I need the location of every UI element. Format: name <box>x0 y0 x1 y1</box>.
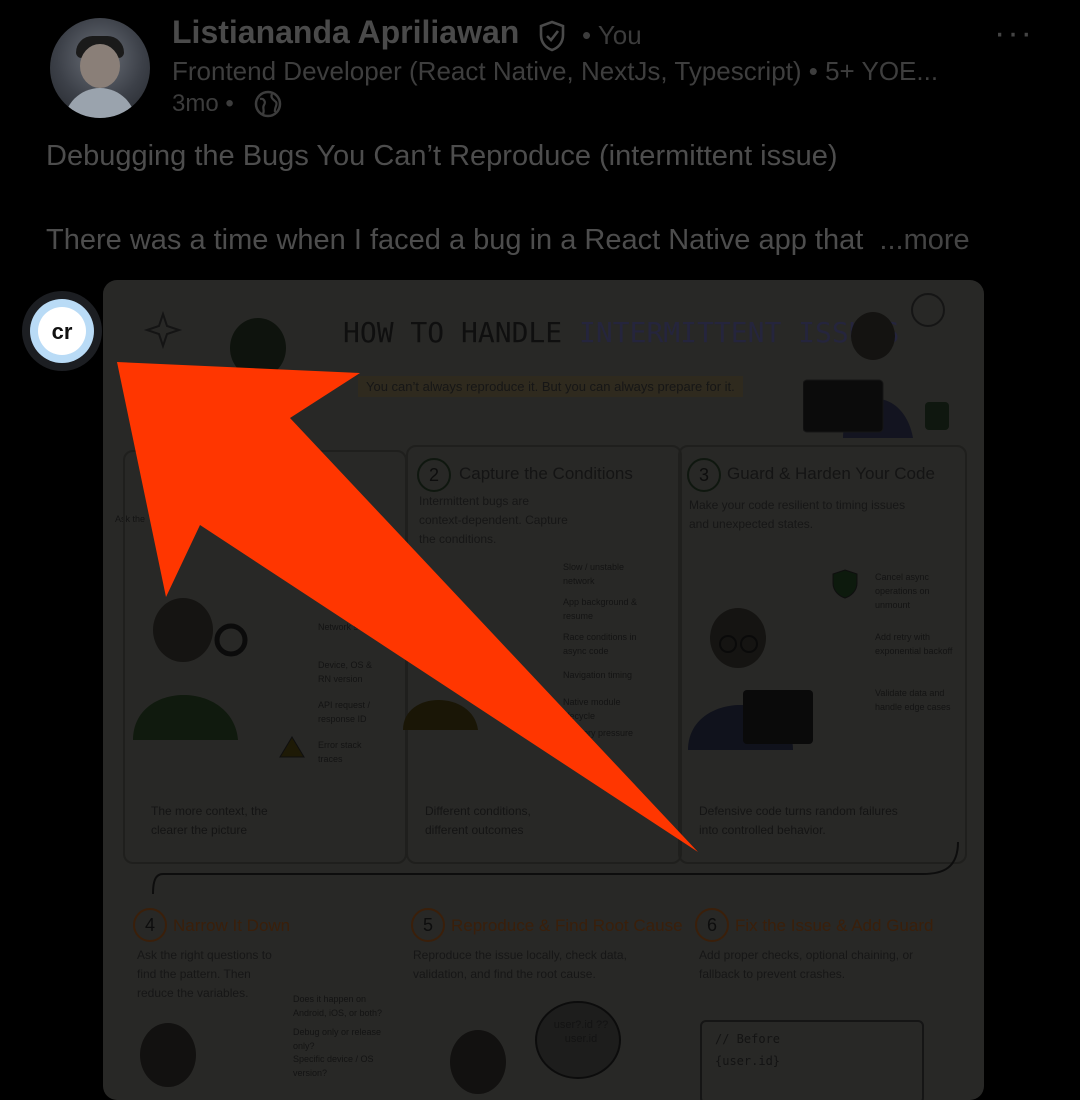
red-annotation-arrow <box>117 362 698 852</box>
linkedin-post: Listiananda Apriliawan • You Frontend De… <box>0 0 1080 1100</box>
